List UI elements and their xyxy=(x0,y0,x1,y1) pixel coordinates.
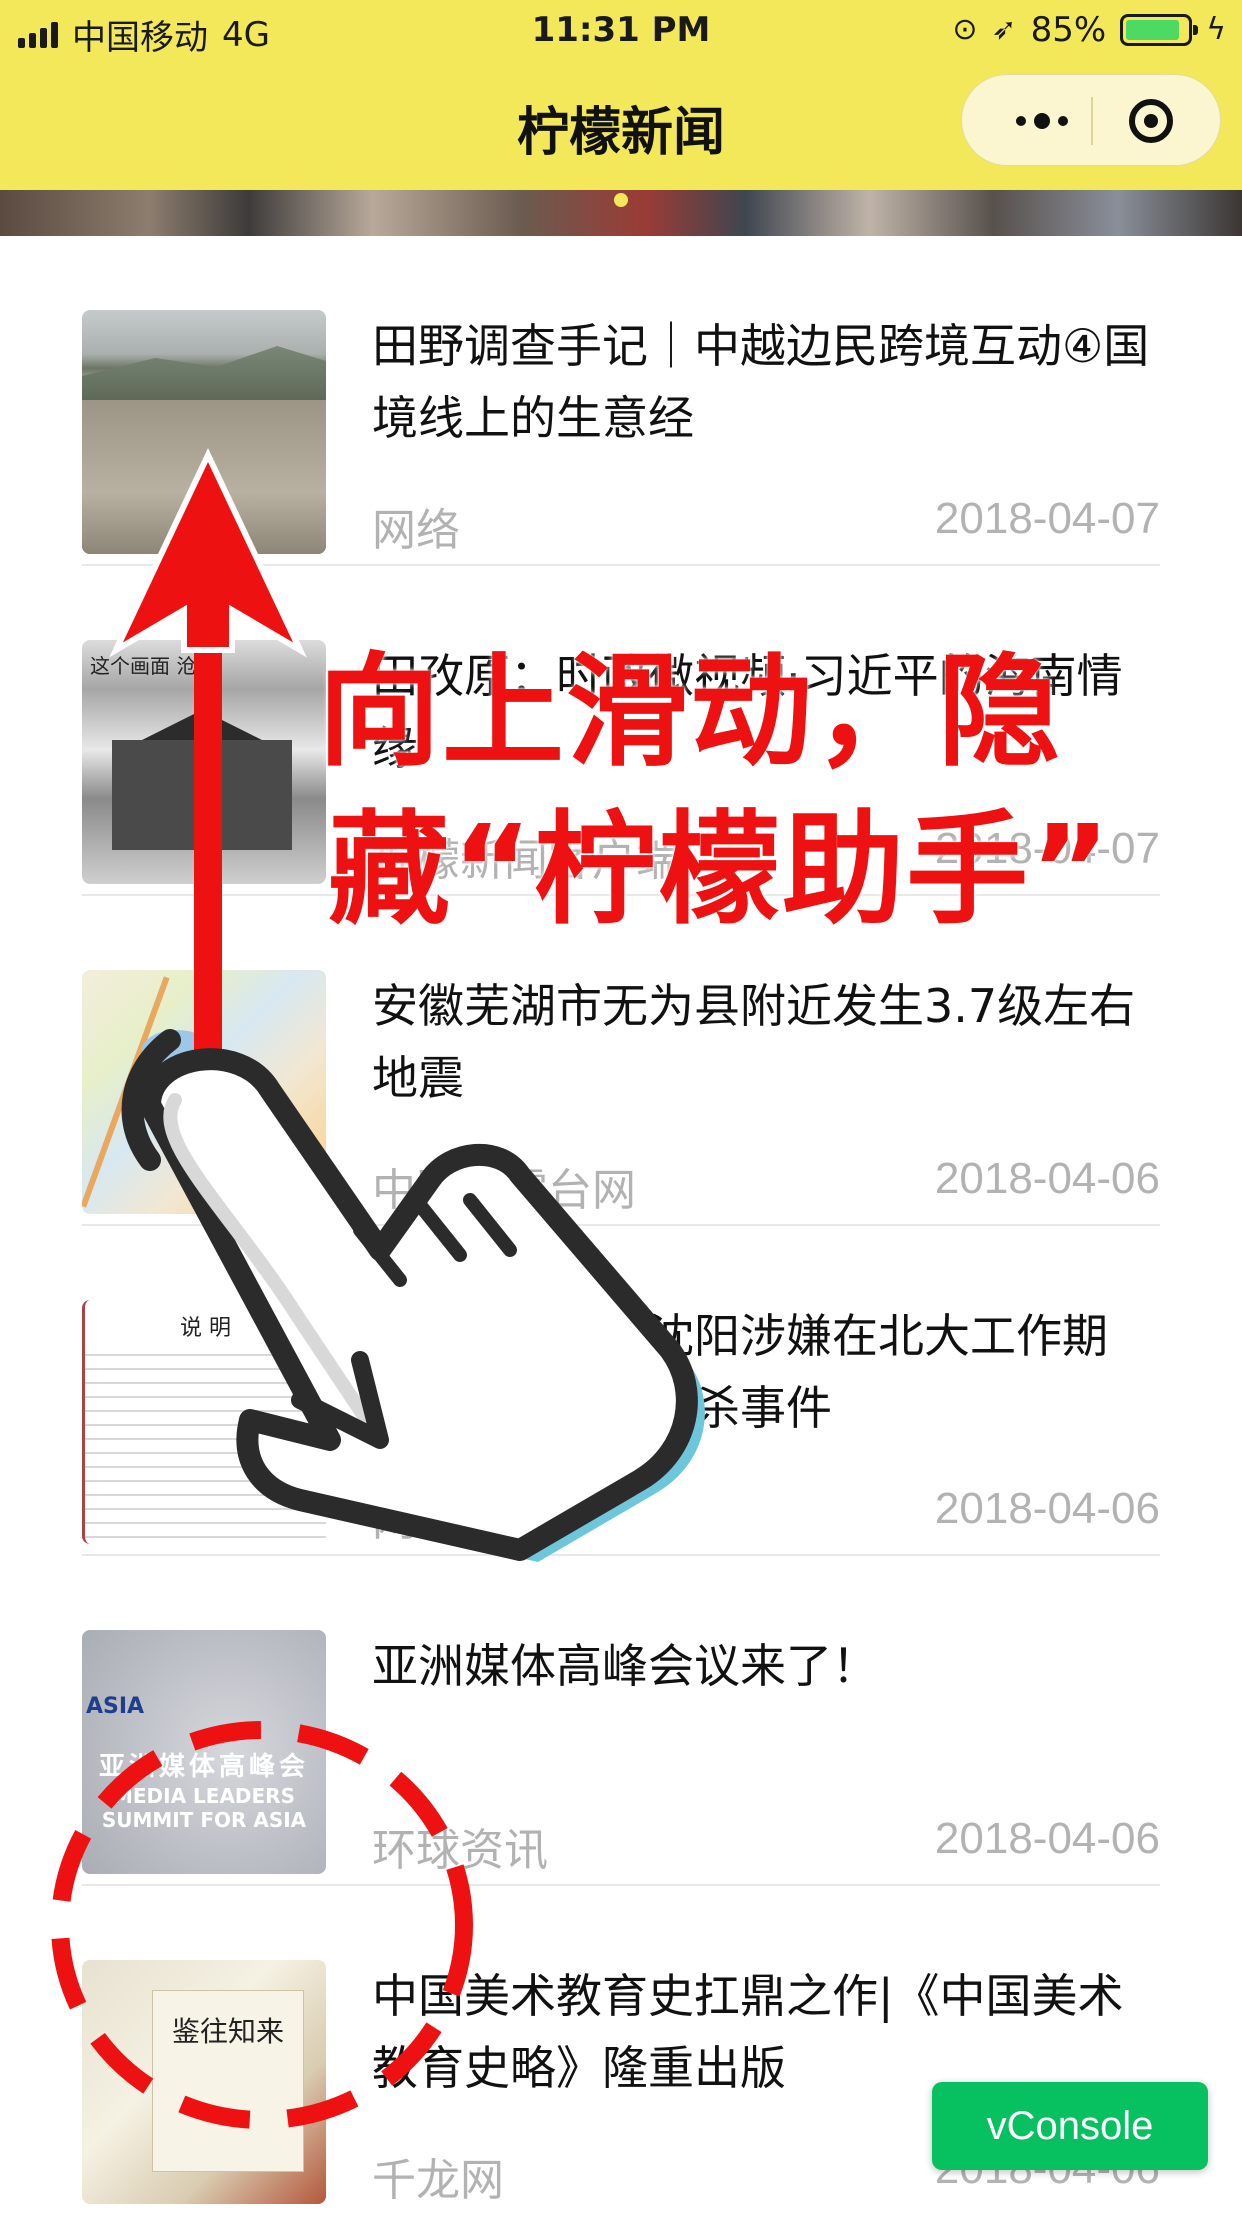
vconsole-button[interactable]: vConsole xyxy=(932,2082,1208,2170)
pointing-hand-icon xyxy=(121,1029,705,1562)
overlay-instruction-line1: 向上滑动，隐 xyxy=(318,641,1062,783)
overlay-instruction-line2: 藏“柠檬助手” xyxy=(328,799,1113,941)
swipe-up-arrow-icon xyxy=(109,447,307,1150)
highlight-dashed-circle xyxy=(51,1721,473,2129)
gesture-overlay xyxy=(51,447,705,2129)
